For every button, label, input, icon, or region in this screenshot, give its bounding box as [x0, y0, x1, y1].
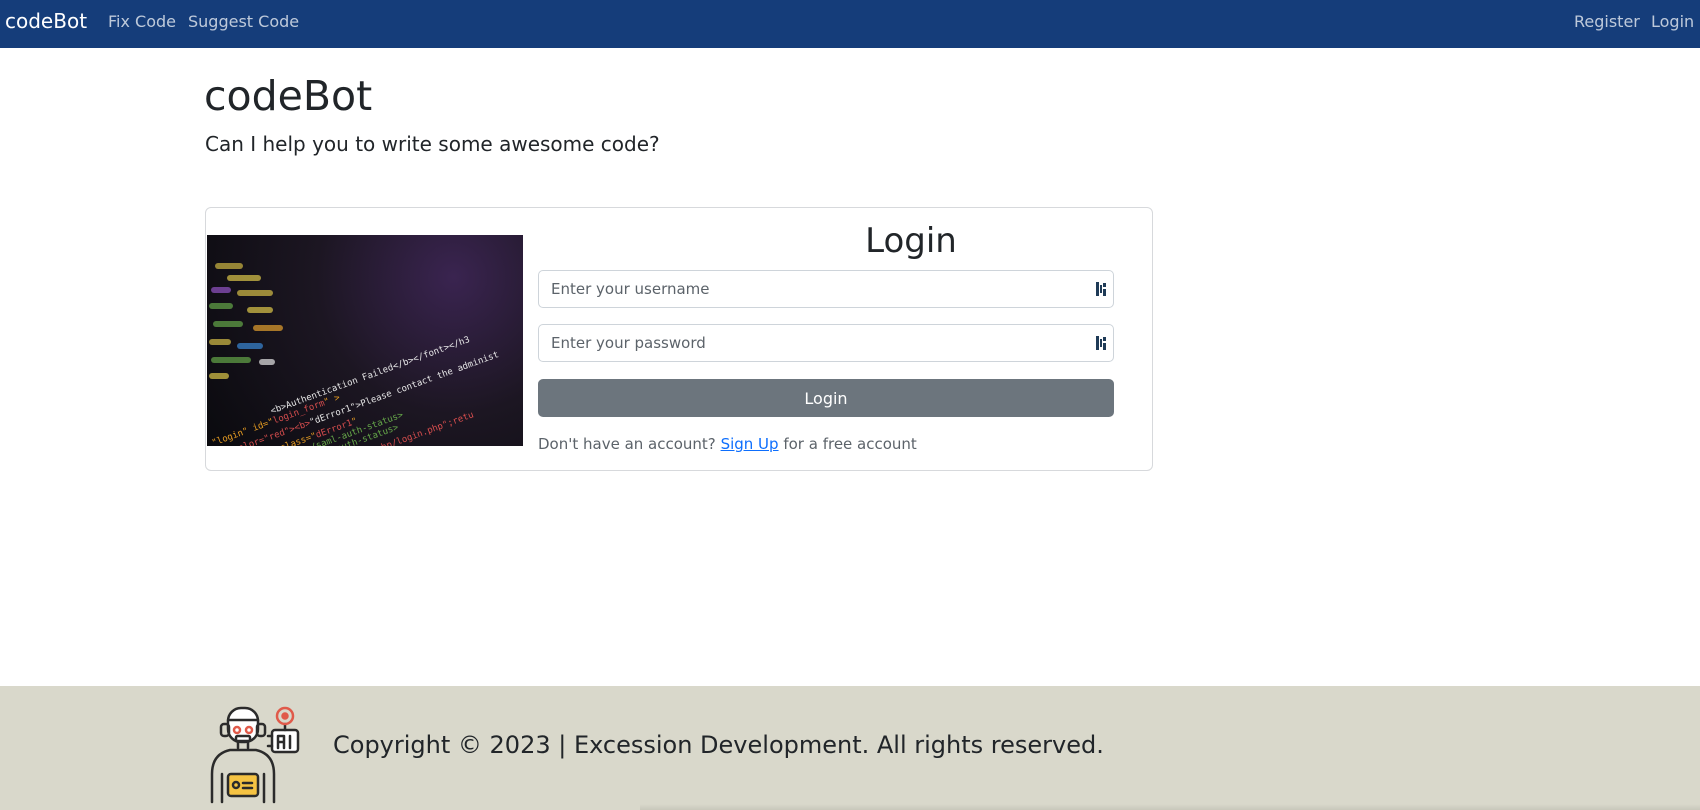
key-icon[interactable]	[1096, 336, 1108, 350]
page-footer: Copyright © 2023 | Excession Development…	[0, 686, 1700, 810]
username-field	[538, 270, 1114, 308]
page-title: codeBot	[204, 72, 373, 120]
brand-link[interactable]: codeBot	[5, 9, 87, 33]
signup-suffix: for a free account	[783, 435, 917, 453]
nav-fix-code[interactable]: Fix Code	[108, 12, 176, 31]
login-heading: Login	[865, 221, 957, 261]
robot-ai-icon	[210, 706, 300, 804]
username-input[interactable]	[539, 271, 1079, 307]
key-icon[interactable]	[1096, 282, 1108, 296]
copyright-text: Copyright © 2023 | Excession Development…	[333, 731, 1104, 759]
top-navbar: codeBot Fix Code Suggest Code Register L…	[0, 0, 1700, 48]
password-input[interactable]	[539, 325, 1079, 361]
nav-register[interactable]: Register	[1574, 12, 1640, 31]
nav-login[interactable]: Login	[1651, 12, 1694, 31]
footer-divider	[640, 804, 1700, 810]
login-submit-button[interactable]: Login	[538, 379, 1114, 417]
signup-link[interactable]: Sign Up	[721, 435, 779, 453]
login-card: "login" id="login_form" > <b>Authenticat…	[205, 207, 1153, 471]
signup-prompt: Don't have an account? Sign Up for a fre…	[538, 435, 917, 453]
page-lead: Can I help you to write some awesome cod…	[205, 132, 660, 156]
password-field	[538, 324, 1114, 362]
signup-prefix: Don't have an account?	[538, 435, 716, 453]
nav-suggest-code[interactable]: Suggest Code	[188, 12, 299, 31]
code-screenshot-image: "login" id="login_form" > <b>Authenticat…	[207, 235, 523, 446]
